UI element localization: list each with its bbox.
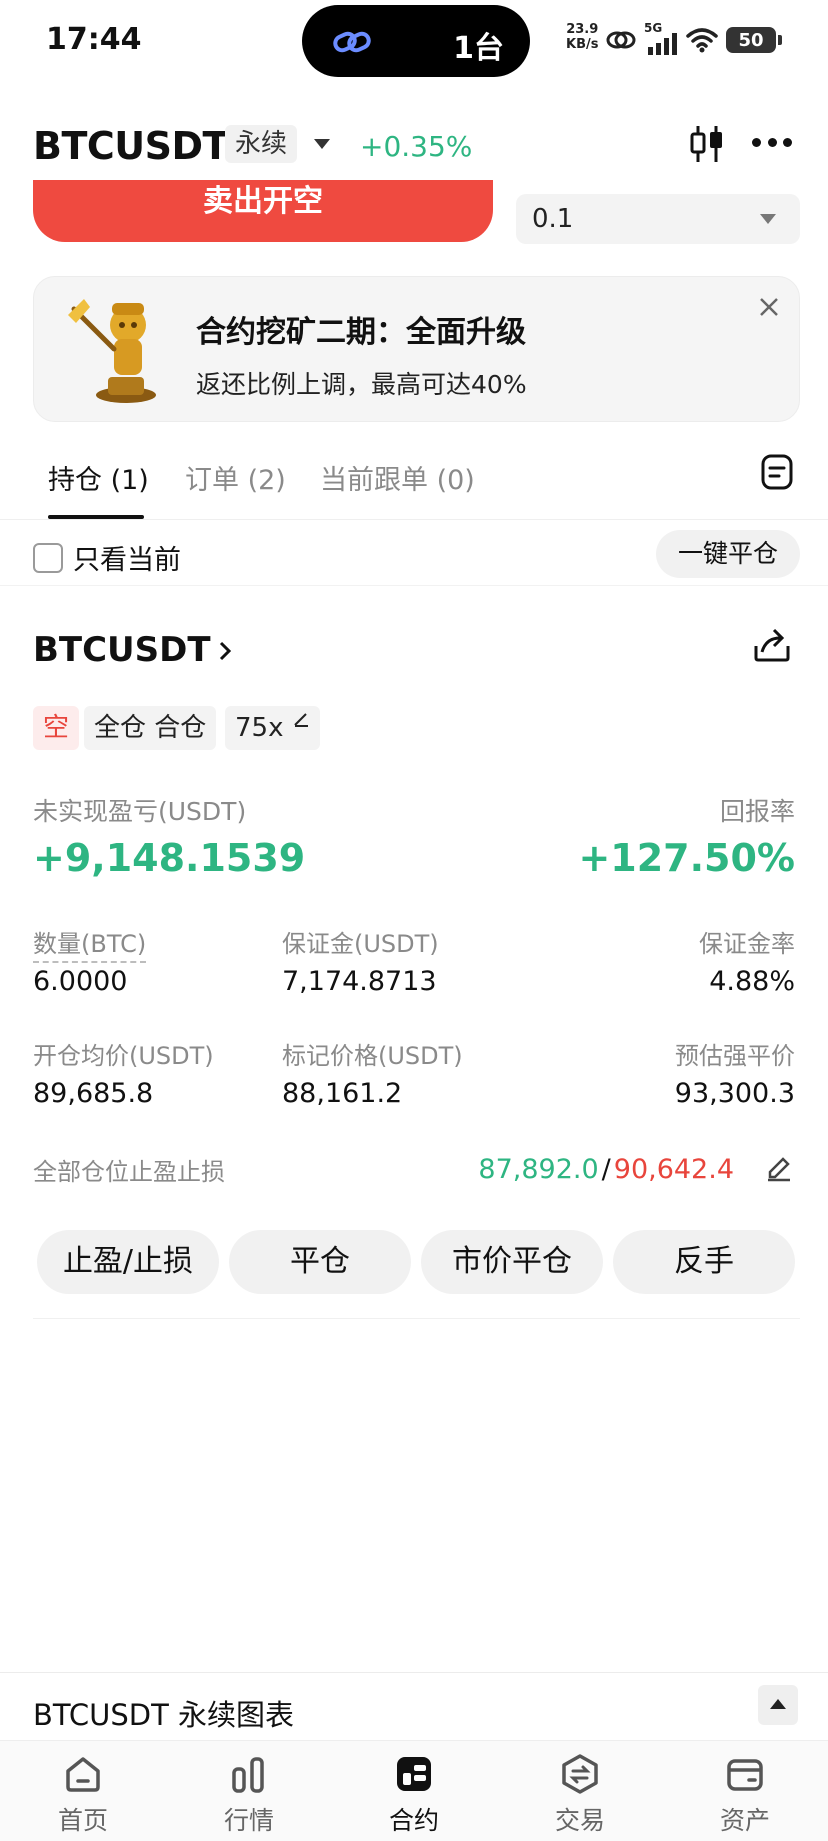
island-text: 1台: [453, 31, 504, 66]
nav-label: 行情: [223, 1806, 274, 1835]
net-speed-unit: KB/s: [566, 37, 599, 52]
liquidation-price-label: 预估强平价: [675, 1042, 795, 1070]
mark-price-label: 标记价格(USDT): [282, 1042, 463, 1070]
only-current-label: 只看当前: [73, 545, 181, 576]
symbol-title[interactable]: BTCUSDT: [33, 124, 228, 168]
close-icon[interactable]: [755, 293, 783, 321]
sell-open-short-button[interactable]: 卖出开空: [33, 180, 493, 242]
caret-down-icon: [760, 214, 776, 224]
tpsl-label: 全部仓位止盈止损: [33, 1158, 225, 1186]
net-speed-value: 23.9: [566, 22, 599, 37]
caret-up-icon: [770, 1699, 786, 1709]
dynamic-island[interactable]: 1台: [302, 5, 530, 77]
unrealized-pnl-label: 未实现盈亏(USDT): [33, 797, 247, 826]
nav-label: 首页: [57, 1806, 108, 1835]
futures-icon: [397, 1757, 431, 1791]
expand-chart-button[interactable]: [758, 1685, 798, 1725]
tpsl-button[interactable]: 止盈/止损: [37, 1230, 219, 1294]
nav-label: 资产: [719, 1806, 770, 1835]
divider: [0, 519, 828, 520]
share-icon[interactable]: [752, 624, 792, 664]
quantity-label[interactable]: 数量(BTC): [33, 924, 147, 963]
promo-subtitle: 返还比例上调，最高可达40%: [196, 370, 527, 399]
edit-icon: [294, 713, 308, 727]
edit-icon[interactable]: [764, 1152, 794, 1182]
margin-label: 保证金(USDT): [282, 930, 439, 958]
hotspot-icon: [606, 31, 636, 49]
divider: [0, 585, 828, 586]
liquidation-price-value: 93,300.3: [674, 1078, 795, 1109]
candlestick-chart-icon[interactable]: [690, 124, 724, 164]
more-icon[interactable]: [752, 138, 792, 150]
quantity-value: 0.1: [532, 204, 574, 234]
leverage-value: 75x: [235, 713, 284, 743]
tpsl-separator: /: [601, 1154, 611, 1185]
promo-banner[interactable]: 合约挖矿二期：全面升级 返还比例上调，最高可达40%: [33, 276, 800, 422]
chevron-right-icon[interactable]: [218, 640, 232, 662]
nav-trade[interactable]: 交易: [525, 1753, 635, 1837]
document-icon[interactable]: [760, 453, 794, 491]
quantity-value: 6.0000: [33, 966, 128, 997]
position-symbol[interactable]: BTCUSDT: [33, 630, 211, 670]
margin-mode-badge[interactable]: 全仓 合仓: [84, 706, 217, 750]
entry-price-label: 开仓均价(USDT): [33, 1042, 214, 1070]
tab-copy-trading[interactable]: 当前跟单 (0): [320, 458, 475, 497]
price-change-percent: +0.35%: [360, 130, 473, 163]
close-all-button[interactable]: 一键平仓: [656, 530, 800, 578]
unrealized-pnl-value: +9,148.1539: [33, 836, 306, 880]
leverage-badge[interactable]: 75x: [225, 706, 320, 750]
stop-loss-value: 90,642.4: [613, 1154, 734, 1185]
home-icon: [66, 1757, 100, 1792]
margin-ratio-label: 保证金率: [699, 930, 795, 958]
margin-value: 7,174.8713: [282, 966, 437, 997]
nav-market[interactable]: 行情: [194, 1753, 304, 1837]
roe-value: +127.50%: [578, 836, 795, 880]
divider: [33, 1318, 800, 1319]
market-close-button[interactable]: 市价平仓: [421, 1230, 603, 1294]
bottom-navigation: 首页 行情 合约 交易 资产: [0, 1740, 828, 1841]
roe-label: 回报率: [719, 797, 795, 826]
nav-futures[interactable]: 合约: [359, 1753, 469, 1837]
link-icon: [333, 31, 371, 53]
divider: [0, 1672, 828, 1673]
nav-assets[interactable]: 资产: [690, 1753, 800, 1837]
reverse-position-button[interactable]: 反手: [613, 1230, 795, 1294]
market-icon: [232, 1757, 264, 1793]
checkbox[interactable]: [33, 542, 63, 573]
entry-price-value: 89,685.8: [33, 1078, 154, 1109]
chart-panel-title[interactable]: BTCUSDT 永续图表: [33, 1692, 294, 1734]
status-time: 17:44: [46, 22, 142, 57]
close-position-button[interactable]: 平仓: [229, 1230, 411, 1294]
tpsl-values: 87,892.0/90,642.4: [478, 1154, 734, 1185]
gold-miner-mascot-image: [68, 299, 156, 403]
net-speed: 23.9 KB/s: [566, 22, 598, 52]
side-badge: 空: [33, 706, 80, 750]
quantity-select[interactable]: 0.1: [516, 194, 800, 244]
take-profit-value: 87,892.0: [478, 1154, 599, 1185]
contract-type-tag[interactable]: 永续: [225, 125, 298, 163]
trade-icon: [562, 1754, 598, 1794]
margin-ratio-value: 4.88%: [709, 966, 795, 997]
battery-icon: 50: [726, 27, 782, 53]
mark-price-value: 88,161.2: [282, 1078, 403, 1109]
wallet-icon: [727, 1759, 763, 1791]
nav-label: 合约: [388, 1806, 439, 1835]
wifi-icon: [686, 28, 718, 53]
tab-orders[interactable]: 订单 (2): [185, 458, 286, 497]
signal-icon: 5G: [644, 21, 678, 55]
promo-title: 合约挖矿二期：全面升级: [196, 315, 526, 350]
nav-label: 交易: [554, 1806, 605, 1835]
caret-down-icon[interactable]: [314, 139, 330, 149]
status-icons: 5G 50: [606, 21, 782, 58]
nav-home[interactable]: 首页: [28, 1753, 138, 1837]
only-current-filter[interactable]: 只看当前: [33, 538, 181, 577]
tab-positions[interactable]: 持仓 (1): [48, 458, 149, 497]
